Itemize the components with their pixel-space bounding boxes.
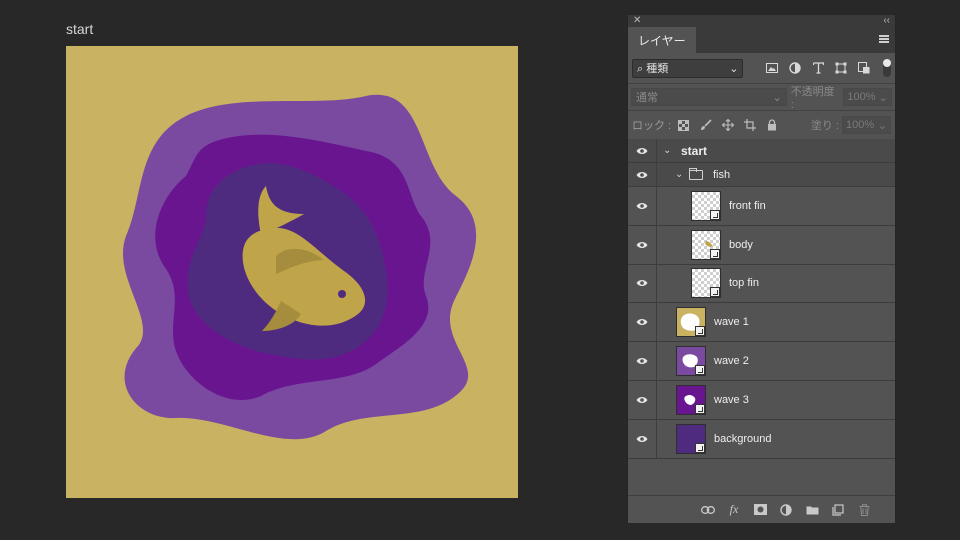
canvas-artboard[interactable] bbox=[66, 46, 518, 498]
image-filter-icon[interactable] bbox=[765, 61, 779, 75]
layer-row-background[interactable]: background bbox=[628, 419, 895, 459]
layer-row-fish[interactable]: ⌄ fish bbox=[628, 163, 895, 187]
lock-label: ロック : bbox=[632, 120, 672, 132]
layer-row-start[interactable]: ⌄ start bbox=[628, 139, 895, 163]
chevron-down-icon: ⌄ bbox=[878, 91, 888, 104]
smart-object-badge-icon bbox=[695, 326, 705, 337]
eye-icon[interactable] bbox=[628, 318, 656, 326]
chevron-down-icon: ⌄ bbox=[877, 119, 887, 132]
layer-thumbnail bbox=[676, 307, 706, 338]
opacity-value: 100% bbox=[847, 91, 876, 103]
smart-object-badge-icon bbox=[710, 248, 720, 259]
layer-list: ⌄ start ⌄ fish front fin body top fin wa… bbox=[628, 139, 895, 459]
layer-thumbnail bbox=[691, 229, 721, 260]
eye-icon[interactable] bbox=[628, 357, 656, 365]
panel-topbar: ✕ ‹‹ bbox=[628, 15, 895, 27]
panel-tabs: レイヤー bbox=[628, 27, 895, 53]
eye-icon[interactable] bbox=[628, 435, 656, 443]
filter-toggle-switch[interactable] bbox=[883, 59, 891, 77]
lock-pixels-brush-icon[interactable] bbox=[699, 119, 712, 132]
panel-footer: fx bbox=[628, 495, 895, 523]
layer-thumbnail bbox=[691, 190, 721, 221]
eye-icon[interactable] bbox=[628, 396, 656, 404]
eye-icon[interactable] bbox=[628, 171, 656, 179]
lock-position-move-icon[interactable] bbox=[721, 119, 734, 132]
add-mask-icon[interactable] bbox=[753, 503, 767, 517]
new-adjustment-icon[interactable] bbox=[779, 503, 793, 517]
filter-kind-value: ⌕ 種類 bbox=[637, 63, 669, 75]
fish-eye bbox=[338, 290, 346, 298]
lock-artboard-icon[interactable] bbox=[743, 119, 756, 132]
layer-name: wave 1 bbox=[714, 316, 749, 329]
tab-layers[interactable]: レイヤー bbox=[628, 27, 696, 53]
eye-icon[interactable] bbox=[628, 147, 656, 155]
layer-row-wave-1[interactable]: wave 1 bbox=[628, 303, 895, 343]
layer-row-wave-2[interactable]: wave 2 bbox=[628, 342, 895, 381]
fill-field[interactable]: 100% ⌄ bbox=[842, 116, 891, 134]
lock-transparency-icon[interactable] bbox=[677, 119, 690, 132]
eye-icon[interactable] bbox=[628, 202, 656, 210]
type-filter-icon[interactable] bbox=[811, 61, 825, 75]
smart-object-filter-icon[interactable] bbox=[857, 61, 871, 75]
layer-row-top-fin[interactable]: top fin bbox=[628, 264, 895, 304]
delete-layer-icon[interactable] bbox=[857, 503, 871, 517]
eye-icon[interactable] bbox=[628, 279, 656, 287]
lock-all-icon[interactable] bbox=[765, 119, 778, 132]
chevron-down-icon: ⌄ bbox=[772, 91, 782, 104]
layer-row-wave-3[interactable]: wave 3 bbox=[628, 380, 895, 420]
layer-row-body[interactable]: body bbox=[628, 225, 895, 265]
blend-mode-select[interactable]: 通常 ⌄ bbox=[631, 88, 787, 106]
layer-thumbnail bbox=[676, 346, 706, 377]
fx-icon[interactable]: fx bbox=[727, 502, 741, 517]
lock-row: ロック : 塗り : 100% ⌄ bbox=[628, 111, 895, 139]
chevron-down-icon[interactable]: ⌄ bbox=[663, 145, 673, 156]
eye-icon[interactable] bbox=[628, 241, 656, 249]
shape-filter-icon[interactable] bbox=[834, 61, 848, 75]
smart-object-badge-icon bbox=[695, 442, 705, 453]
smart-object-badge-icon bbox=[695, 365, 705, 376]
layer-name: start bbox=[681, 143, 708, 158]
artwork bbox=[66, 46, 518, 498]
layer-thumbnail bbox=[676, 423, 706, 454]
folder-icon bbox=[689, 167, 703, 180]
smart-object-badge-icon bbox=[710, 209, 720, 220]
new-group-icon[interactable] bbox=[805, 503, 819, 517]
fill-label: 塗り : bbox=[810, 120, 839, 132]
layer-thumbnail bbox=[691, 268, 721, 299]
layer-name: fish bbox=[713, 168, 731, 181]
collapse-icon[interactable]: ‹‹ bbox=[883, 16, 890, 26]
layer-name: front fin bbox=[729, 199, 766, 212]
new-layer-icon[interactable] bbox=[831, 503, 845, 517]
fill-value: 100% bbox=[846, 119, 875, 131]
blend-mode-value: 通常 bbox=[636, 92, 658, 104]
smart-object-badge-icon bbox=[710, 287, 720, 298]
layer-name: body bbox=[729, 238, 753, 251]
close-icon[interactable]: ✕ bbox=[633, 16, 641, 26]
blend-row: 通常 ⌄ 不透明度 : 100% ⌄ bbox=[628, 84, 895, 111]
layer-name: wave 3 bbox=[714, 393, 749, 406]
layers-panel: ✕ ‹‹ レイヤー ⌕ 種類 ⌄ 通常 ⌄ 不透明度: 100% ⌄ ロック … bbox=[627, 14, 896, 524]
opacity-field[interactable]: 100% ⌄ bbox=[843, 88, 892, 106]
chevron-down-icon[interactable]: ⌄ bbox=[675, 169, 685, 180]
adjustment-filter-icon[interactable] bbox=[788, 61, 802, 75]
document-title: start bbox=[66, 21, 94, 37]
layer-name: background bbox=[714, 432, 772, 445]
link-layers-icon[interactable] bbox=[701, 503, 715, 517]
panel-menu-icon[interactable] bbox=[879, 35, 889, 43]
layer-thumbnail bbox=[676, 384, 706, 415]
opacity-label: 不透明度 : bbox=[790, 86, 835, 111]
layer-name: wave 2 bbox=[714, 355, 749, 368]
filter-kind-select[interactable]: ⌕ 種類 ⌄ bbox=[632, 58, 744, 78]
chevron-down-icon: ⌄ bbox=[729, 62, 739, 75]
layer-name: top fin bbox=[729, 277, 759, 290]
smart-object-badge-icon bbox=[695, 403, 705, 414]
layer-row-front-fin[interactable]: front fin bbox=[628, 187, 895, 226]
filter-row: ⌕ 種類 ⌄ bbox=[628, 53, 895, 83]
